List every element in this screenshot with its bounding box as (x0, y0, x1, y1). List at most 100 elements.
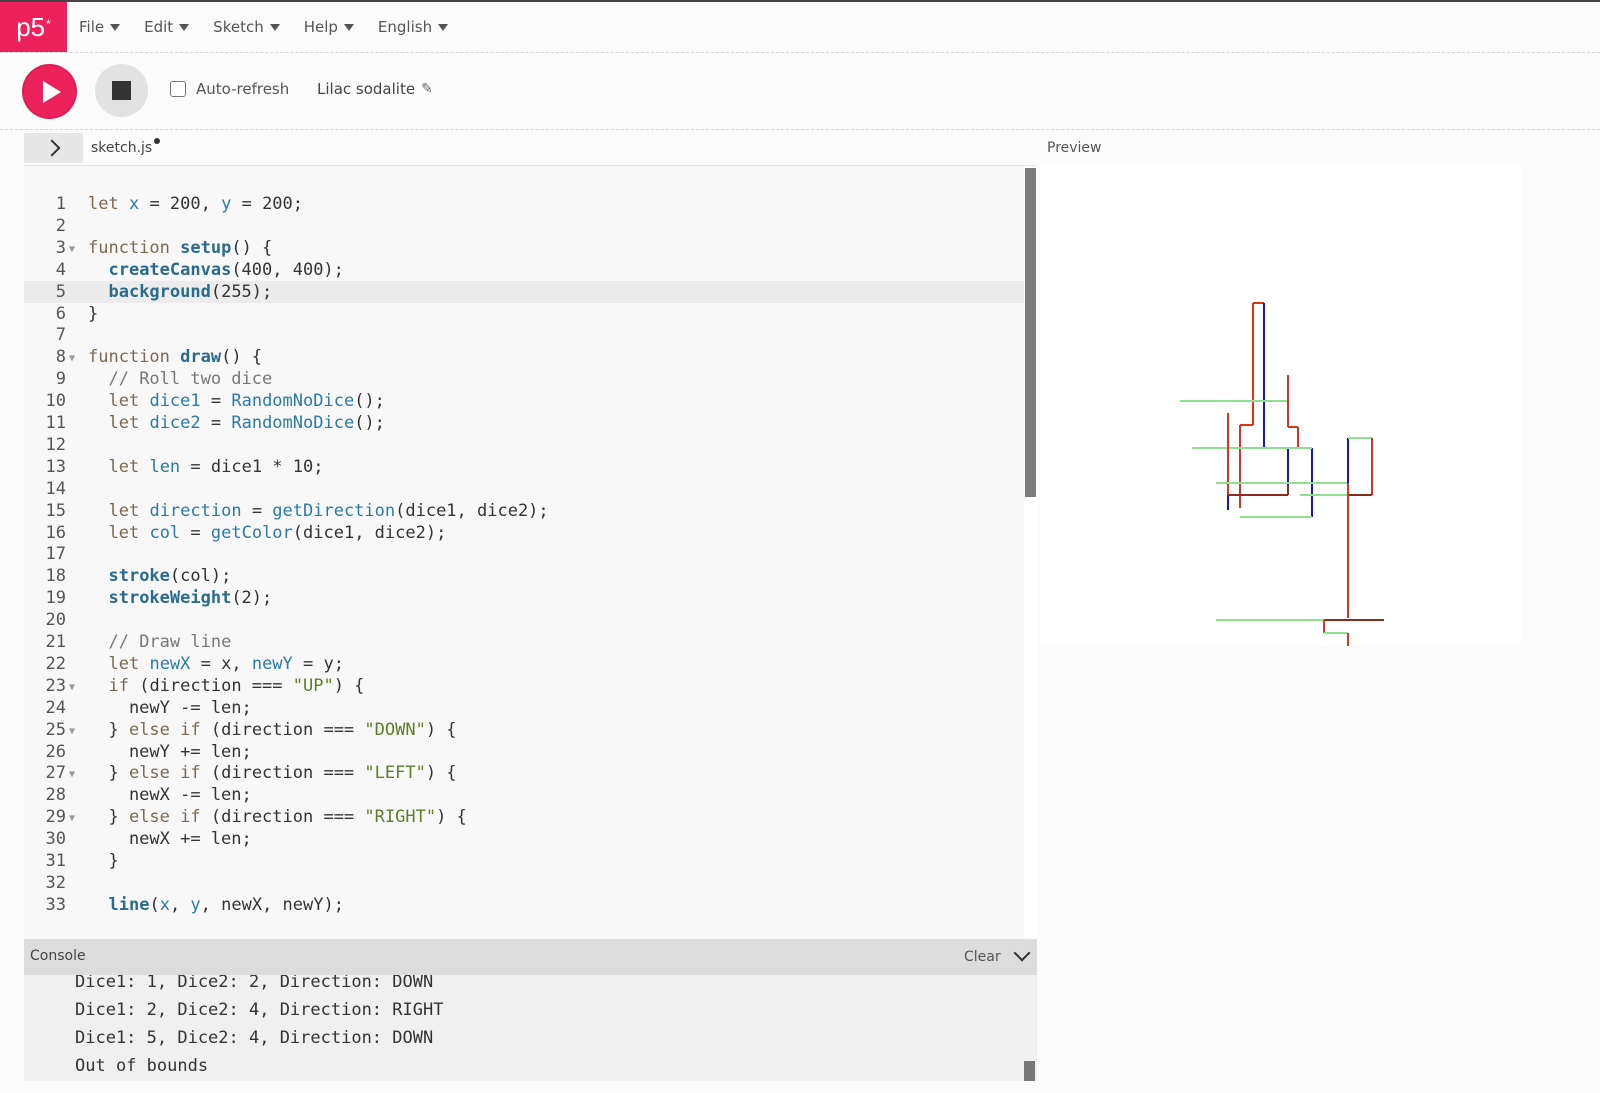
code-line[interactable]: 20 (24, 609, 1024, 631)
code-line[interactable]: 12 (24, 434, 1024, 456)
code-line[interactable]: 30 newX += len; (24, 828, 1024, 850)
code-text: } else if (direction === "DOWN") { (88, 719, 457, 740)
code-line[interactable]: 14 (24, 478, 1024, 500)
code-line[interactable]: 10 let dice1 = RandomNoDice(); (24, 390, 1024, 412)
line-number: 18 (45, 566, 66, 587)
console-header: Console Clear (24, 939, 1037, 975)
fold-arrow-icon[interactable]: ▼ (69, 721, 75, 743)
code-line[interactable]: 5 background(255); (24, 280, 1024, 303)
line-number: 3 (55, 237, 66, 258)
pencil-icon[interactable]: ✎ (421, 81, 433, 97)
code-text: let newX = x, newY = y; (108, 653, 344, 674)
auto-refresh-label: Auto-refresh (196, 80, 290, 98)
code-text: newY += len; (88, 741, 252, 762)
code-line[interactable]: 21 // Draw line (24, 631, 1024, 653)
line-number: 20 (45, 610, 66, 631)
line-number: 31 (45, 851, 66, 871)
code-line[interactable]: 15 let direction = getDirection(dice1, d… (24, 500, 1024, 522)
code-line[interactable]: 16 let col = getColor(dice1, dice2); (24, 522, 1024, 544)
code-line[interactable]: 9 // Roll two dice (24, 368, 1024, 390)
code-line[interactable]: 31 } (24, 850, 1024, 872)
menu-edit-label: Edit (144, 18, 174, 36)
console-clear-button[interactable]: Clear (964, 949, 1001, 965)
code-line[interactable]: 25 ▼ } else if (direction === "DOWN") { (24, 719, 1024, 741)
caret-down-icon (179, 23, 190, 31)
file-tab-label: sketch.js (91, 140, 153, 156)
code-text: let dice2 = RandomNoDice(); (108, 413, 385, 433)
code-line[interactable]: 29 ▼ } else if (direction === "RIGHT") { (24, 806, 1024, 828)
line-number: 21 (45, 632, 66, 652)
console-title: Console (30, 948, 86, 964)
code-line[interactable]: 26 newY += len; (24, 741, 1024, 763)
menu-sketch-label: Sketch (213, 18, 264, 36)
code-editor[interactable]: 1 let x = 200, y = 200; 2 3 ▼ function setup(… (24, 165, 1037, 939)
fold-arrow-icon[interactable]: ▼ (69, 348, 75, 370)
code-text: let x = 200, y = 200; (88, 194, 304, 214)
line-number: 1 (55, 194, 66, 214)
code-line[interactable]: 33 line(x, y, newX, newY); (24, 894, 1024, 916)
code-line[interactable]: 4 createCanvas(400, 400); (24, 259, 1024, 281)
line-number: 33 (45, 894, 66, 915)
code-line[interactable]: 11 let dice2 = RandomNoDice(); (24, 412, 1024, 434)
code-text: // Draw line (108, 632, 232, 652)
code-text: } (88, 851, 119, 871)
code-text: strokeWeight(2); (108, 588, 273, 609)
caret-down-icon (269, 23, 280, 31)
code-line[interactable]: 13 let len = dice1 * 10; (24, 456, 1024, 478)
code-line[interactable]: 7 (24, 324, 1024, 346)
auto-refresh-checkbox[interactable] (170, 81, 186, 97)
p5-logo[interactable]: p5 * (0, 2, 67, 52)
project-name: Lilac sodalite ✎ (317, 80, 433, 98)
preview-canvas[interactable] (1040, 165, 1521, 646)
line-number: 23 (45, 675, 66, 696)
fold-arrow-icon[interactable]: ▼ (69, 677, 75, 699)
line-number: 14 (45, 478, 66, 499)
editor-tab-bar: sketch.js (24, 133, 1037, 165)
line-number: 6 (55, 303, 66, 324)
code-line[interactable]: 18 stroke(col); (24, 565, 1024, 587)
sidebar-toggle-button[interactable] (24, 133, 83, 163)
fold-arrow-icon[interactable]: ▼ (69, 808, 75, 830)
code-text: newX += len; (88, 829, 252, 850)
code-line[interactable]: 22 let newX = x, newY = y; (24, 653, 1024, 675)
logo-text: p5 (16, 11, 46, 42)
menu-file[interactable]: File (79, 18, 121, 36)
code-line[interactable]: 17 (24, 543, 1024, 565)
fold-arrow-icon[interactable]: ▼ (69, 239, 75, 261)
menu-language[interactable]: English (377, 18, 449, 36)
menu-help[interactable]: Help (304, 18, 354, 36)
editor-scrollbar-thumb[interactable] (1025, 168, 1036, 497)
code-text: newY -= len; (88, 697, 252, 718)
line-number: 29 (45, 807, 66, 828)
line-number: 19 (45, 588, 66, 609)
caret-down-icon (110, 23, 121, 31)
project-name-text: Lilac sodalite (317, 80, 416, 98)
unsaved-dot-icon (154, 138, 160, 144)
line-number: 5 (55, 281, 66, 302)
code-line[interactable]: 23 ▼ if (direction === "UP") { (24, 675, 1024, 697)
console-output: Dice1: 1, Dice2: 2, Direction: DOWN Dice… (24, 975, 1037, 1081)
line-number: 13 (45, 456, 66, 477)
code-line[interactable]: 32 (24, 872, 1024, 894)
stop-button[interactable] (95, 64, 148, 117)
file-tab[interactable]: sketch.js (91, 140, 152, 156)
play-icon (43, 80, 61, 103)
line-number: 4 (55, 259, 66, 280)
console-scrollbar-thumb[interactable] (1024, 1061, 1035, 1081)
console-line: Out of bounds (75, 1056, 209, 1076)
play-button[interactable] (22, 64, 77, 119)
fold-arrow-icon[interactable]: ▼ (69, 764, 75, 786)
code-line[interactable]: 19 strokeWeight(2); (24, 587, 1024, 609)
menu-language-label: English (377, 18, 433, 36)
code-line[interactable]: 2 (24, 215, 1024, 237)
code-line[interactable]: 1 let x = 200, y = 200; (24, 193, 1024, 215)
menu-sketch[interactable]: Sketch (213, 18, 280, 36)
code-line[interactable]: 27 ▼ } else if (direction === "LEFT") { (24, 762, 1024, 784)
chevron-down-icon[interactable] (1013, 944, 1031, 962)
code-line[interactable]: 8 ▼ function draw() { (24, 346, 1024, 368)
code-line[interactable]: 28 newX -= len; (24, 784, 1024, 806)
code-line[interactable]: 6} (24, 303, 1024, 325)
code-line[interactable]: 3 ▼ function setup() { (24, 237, 1024, 259)
menu-edit[interactable]: Edit (144, 18, 190, 36)
code-line[interactable]: 24 newY -= len; (24, 697, 1024, 719)
